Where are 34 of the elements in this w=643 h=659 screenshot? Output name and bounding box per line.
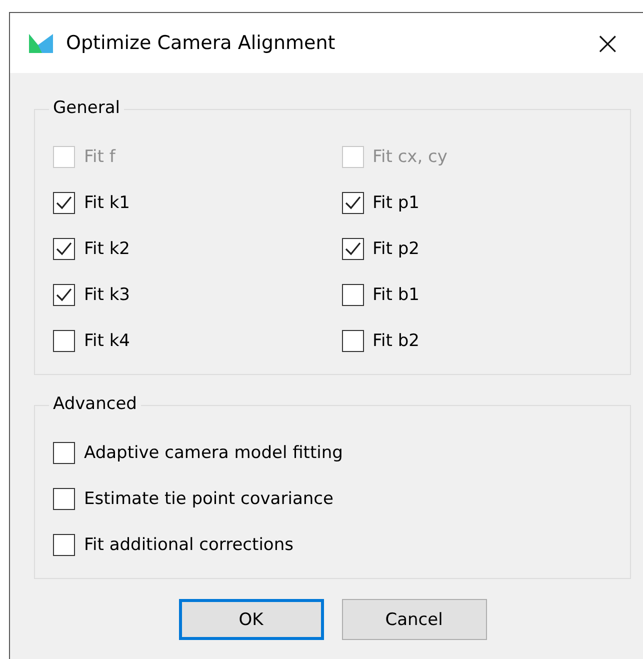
checkbox-label: Fit b1 [372,285,420,305]
checkbox-label: Fit k2 [84,239,130,259]
dialog-button[interactable]: OK [178,599,324,640]
checkbox[interactable] [53,488,75,510]
checkmark-icon [56,196,72,210]
checkmark-icon [56,288,72,302]
checkbox[interactable] [53,330,75,352]
close-button[interactable]: × [594,27,621,59]
checkbox[interactable] [342,192,364,214]
checkbox-label: Fit additional corrections [84,535,294,555]
checkbox-label: Fit f [84,147,116,167]
checkbox[interactable] [53,284,75,306]
window-title: Optimize Camera Alignment [66,32,336,54]
checkmark-icon [344,196,360,210]
checkbox-label: Fit b2 [372,331,420,351]
dialog-button[interactable]: Cancel [342,599,486,640]
checkbox[interactable] [53,534,75,556]
checkbox[interactable] [342,330,364,352]
checkbox-label: Fit cx, cy [372,147,448,167]
checkbox-label: Adaptive camera model fitting [84,443,343,463]
checkbox[interactable] [53,238,75,260]
checkbox-label: Fit p2 [372,239,420,259]
checkbox[interactable] [342,284,364,306]
checkbox[interactable] [342,238,364,260]
checkbox-label: Fit k3 [84,285,130,305]
checkbox[interactable] [53,192,75,214]
app-logo-icon [28,32,54,54]
checkbox-label: Fit k4 [84,331,130,351]
checkbox[interactable] [53,442,75,464]
checkbox-label: Fit k1 [84,193,130,213]
checkmark-icon [344,242,360,256]
checkbox-label: Fit p1 [372,193,420,213]
checkbox-label: Estimate tie point covariance [84,489,334,509]
checkmark-icon [56,242,72,256]
